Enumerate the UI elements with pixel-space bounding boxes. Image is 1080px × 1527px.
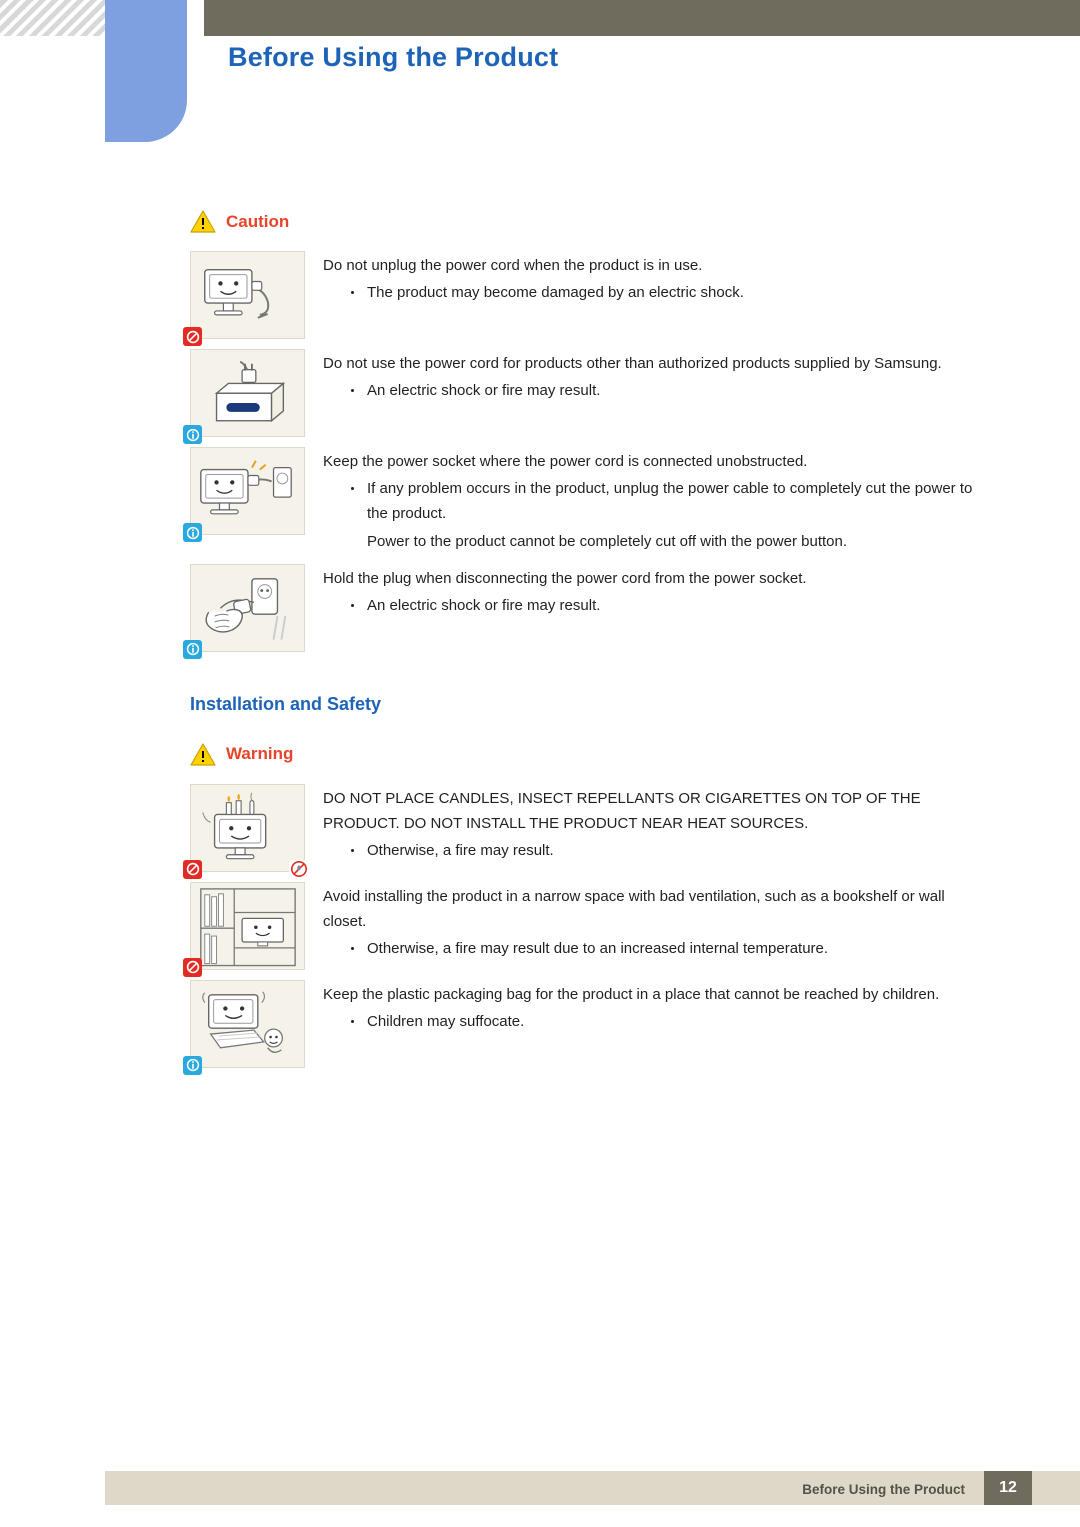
paragraph: Avoid installing the product in a narrow… (323, 887, 945, 930)
figure-badges (183, 859, 202, 879)
figure-badges (183, 1055, 202, 1075)
warning-item: Avoid installing the product in a narrow… (183, 881, 990, 977)
bullet: Otherwise, a fire may result due to an i… (323, 936, 990, 961)
bullet: If any problem occurs in the product, un… (323, 476, 990, 526)
caution-item-text: Do not unplug the power cord when the pr… (323, 251, 990, 307)
power-cord-samsung-box-figure (183, 349, 305, 444)
header-band (204, 0, 1080, 36)
prohibited-icon (183, 859, 202, 879)
caution-item: Do not unplug the power cord when the pr… (183, 251, 990, 346)
page-title: Before Using the Product (228, 42, 559, 72)
bullet: An electric shock or fire may result. (323, 378, 990, 403)
paragraph: Hold the plug when disconnecting the pow… (323, 569, 807, 587)
paragraph: Keep the power socket where the power co… (323, 453, 808, 470)
monitor-unplug-cord-figure (183, 251, 305, 346)
section-title: Installation and Safety (190, 693, 382, 714)
no-fire-icon (289, 859, 308, 879)
warning-item-text: Keep the plastic packaging bag for the p… (323, 980, 990, 1036)
paragraph: Do not use the power cord for products o… (323, 355, 942, 372)
hand-holding-plug-figure (183, 563, 305, 659)
caution-item-text: Do not use the power cord for products o… (323, 349, 990, 405)
mandatory-icon (183, 1055, 202, 1075)
figure-badges (183, 327, 202, 346)
figure-badges (183, 639, 202, 659)
paragraph: DO NOT PLACE CANDLES, INSECT REPELLANTS … (323, 789, 921, 832)
caution-item-text: Keep the power socket where the power co… (323, 447, 990, 554)
mandatory-icon (183, 639, 202, 659)
warning-item-text: DO NOT PLACE CANDLES, INSECT REPELLANTS … (323, 784, 990, 866)
page-content: Caution Do not unplug the power cord whe… (183, 210, 990, 1078)
prohibited-icon (183, 327, 202, 346)
paragraph: Do not unplug the power cord when the pr… (323, 257, 703, 274)
figure-badges (183, 425, 202, 444)
bullet: Children may suffocate. (323, 1009, 990, 1034)
candles-on-monitor-figure (183, 783, 308, 879)
continuation: Power to the product cannot be completel… (367, 532, 848, 550)
bullet: The product may become damaged by an ele… (323, 280, 990, 305)
header-blue-tab (105, 0, 187, 142)
figure-badges-secondary (289, 859, 308, 879)
plastic-bag-child-figure (183, 979, 305, 1075)
monitor-in-bookshelf-figure (183, 881, 305, 977)
caution-item-text: Hold the plug when disconnecting the pow… (323, 564, 990, 620)
paragraph: Keep the plastic packaging bag for the p… (323, 985, 940, 1003)
figure-badges (183, 957, 202, 977)
warning-triangle-icon (190, 743, 216, 766)
bullet: An electric shock or fire may result. (323, 593, 990, 618)
page-number: 12 (984, 1471, 1032, 1505)
warning-label: Warning (226, 744, 294, 764)
warning-triangle-icon (190, 210, 216, 233)
header-hatch-decoration (0, 0, 105, 36)
warning-heading: Warning (190, 743, 990, 766)
mandatory-icon (183, 425, 202, 444)
prohibited-icon (183, 957, 202, 977)
warning-item-text: Avoid installing the product in a narrow… (323, 882, 990, 964)
warning-item: DO NOT PLACE CANDLES, INSECT REPELLANTS … (183, 783, 990, 879)
footer-text: Before Using the Product (802, 1482, 965, 1497)
bullet: Otherwise, a fire may result. (323, 838, 990, 863)
caution-item: Do not use the power cord for products o… (183, 349, 990, 444)
caution-item: Keep the power socket where the power co… (183, 447, 990, 554)
monitor-power-socket-figure (183, 447, 305, 542)
warning-item: Keep the plastic packaging bag for the p… (183, 979, 990, 1075)
caution-item: Hold the plug when disconnecting the pow… (183, 563, 990, 659)
figure-badges (183, 523, 202, 542)
mandatory-icon (183, 523, 202, 542)
caution-heading: Caution (190, 210, 990, 233)
caution-label: Caution (226, 211, 290, 231)
